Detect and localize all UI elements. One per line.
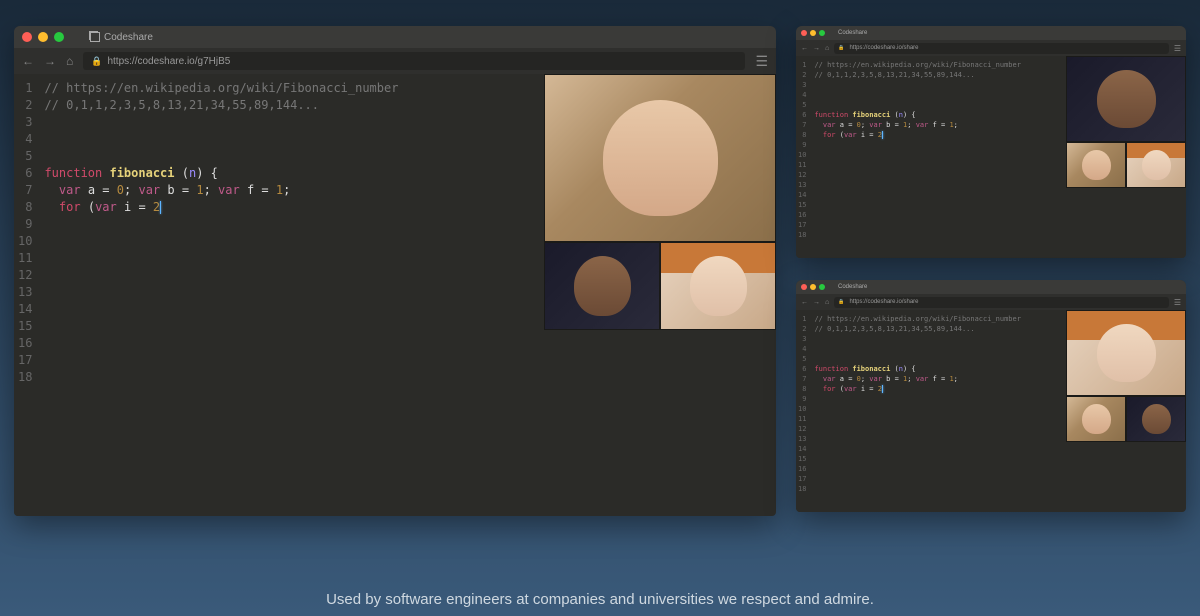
home-icon[interactable]: ⌂ (825, 299, 829, 306)
video-tile-main[interactable] (544, 74, 776, 242)
menu-icon[interactable]: ☰ (755, 53, 768, 70)
home-icon[interactable]: ⌂ (825, 45, 829, 52)
minimize-icon[interactable] (38, 32, 48, 42)
video-tile-main[interactable] (1066, 310, 1186, 396)
avatar (545, 243, 659, 329)
avatar (1067, 57, 1185, 141)
video-panel (1066, 56, 1186, 188)
close-icon[interactable] (22, 32, 32, 42)
lock-icon: 🔒 (838, 45, 844, 51)
avatar (1127, 397, 1185, 441)
url-input[interactable]: 🔒 https://codeshare.io/share (834, 43, 1169, 54)
back-icon[interactable]: ← (801, 299, 808, 306)
maximize-icon[interactable] (819, 284, 825, 290)
video-tile-p1[interactable] (1066, 396, 1126, 442)
line-gutter: 123456789101112131415161718 (796, 310, 810, 512)
tab[interactable]: Codeshare (90, 32, 153, 43)
avatar (1067, 143, 1125, 187)
editor: 123456789101112131415161718 // https://e… (14, 74, 776, 516)
menu-icon[interactable]: ☰ (1174, 44, 1181, 53)
tagline: Used by software engineers at companies … (0, 591, 1200, 608)
close-icon[interactable] (801, 30, 807, 36)
line-gutter: 123456789101112131415161718 (14, 74, 38, 516)
browser-window-p2: Codeshare ← → ⌂ 🔒 https://codeshare.io/s… (796, 26, 1186, 258)
url-input[interactable]: 🔒 https://codeshare.io/g7HjB5 (83, 52, 745, 70)
minimize-icon[interactable] (810, 284, 816, 290)
titlebar[interactable]: Codeshare (14, 26, 776, 48)
video-tile-p2[interactable] (1126, 396, 1186, 442)
forward-icon[interactable]: → (813, 45, 820, 52)
titlebar[interactable]: Codeshare (796, 280, 1186, 294)
back-icon[interactable]: ← (801, 45, 808, 52)
avatar (1067, 397, 1125, 441)
video-tile-main[interactable] (1066, 56, 1186, 142)
avatar (1127, 143, 1185, 187)
video-tile-p3[interactable] (1126, 142, 1186, 188)
video-tile-p2[interactable] (544, 242, 660, 330)
menu-icon[interactable]: ☰ (1174, 298, 1181, 307)
url-bar: ← → ⌂ 🔒 https://codeshare.io/share ☰ (796, 294, 1186, 310)
video-tile-p1[interactable] (1066, 142, 1126, 188)
avatar (661, 243, 775, 329)
back-icon[interactable]: ← (22, 54, 34, 68)
video-panel (1066, 310, 1186, 442)
url-bar: ← → ⌂ 🔒 https://codeshare.io/g7HjB5 ☰ (14, 48, 776, 74)
editor: 123456789101112131415161718 // https://e… (796, 56, 1186, 258)
video-tile-p3[interactable] (660, 242, 776, 330)
minimize-icon[interactable] (810, 30, 816, 36)
forward-icon[interactable]: → (813, 299, 820, 306)
browser-window-p3: Codeshare ← → ⌂ 🔒 https://codeshare.io/s… (796, 280, 1186, 512)
url-input[interactable]: 🔒 https://codeshare.io/share (834, 297, 1169, 308)
line-gutter: 123456789101112131415161718 (796, 56, 810, 258)
cursor (882, 385, 883, 393)
share-icon (90, 32, 100, 42)
tab[interactable]: Codeshare (838, 284, 867, 290)
maximize-icon[interactable] (819, 30, 825, 36)
cursor (160, 201, 161, 214)
editor: 123456789101112131415161718 // https://e… (796, 310, 1186, 512)
maximize-icon[interactable] (54, 32, 64, 42)
lock-icon: 🔒 (838, 299, 844, 305)
browser-window-main: Codeshare ← → ⌂ 🔒 https://codeshare.io/g… (14, 26, 776, 516)
url-bar: ← → ⌂ 🔒 https://codeshare.io/share ☰ (796, 40, 1186, 56)
avatar (545, 75, 775, 241)
avatar (1067, 311, 1185, 395)
tab-label: Codeshare (104, 32, 153, 43)
tab[interactable]: Codeshare (838, 30, 867, 36)
home-icon[interactable]: ⌂ (66, 54, 73, 68)
titlebar[interactable]: Codeshare (796, 26, 1186, 40)
lock-icon: 🔒 (91, 56, 102, 67)
url-text: https://codeshare.io/g7HjB5 (107, 56, 230, 67)
cursor (882, 131, 883, 139)
close-icon[interactable] (801, 284, 807, 290)
video-panel (544, 74, 776, 330)
forward-icon[interactable]: → (44, 54, 56, 68)
